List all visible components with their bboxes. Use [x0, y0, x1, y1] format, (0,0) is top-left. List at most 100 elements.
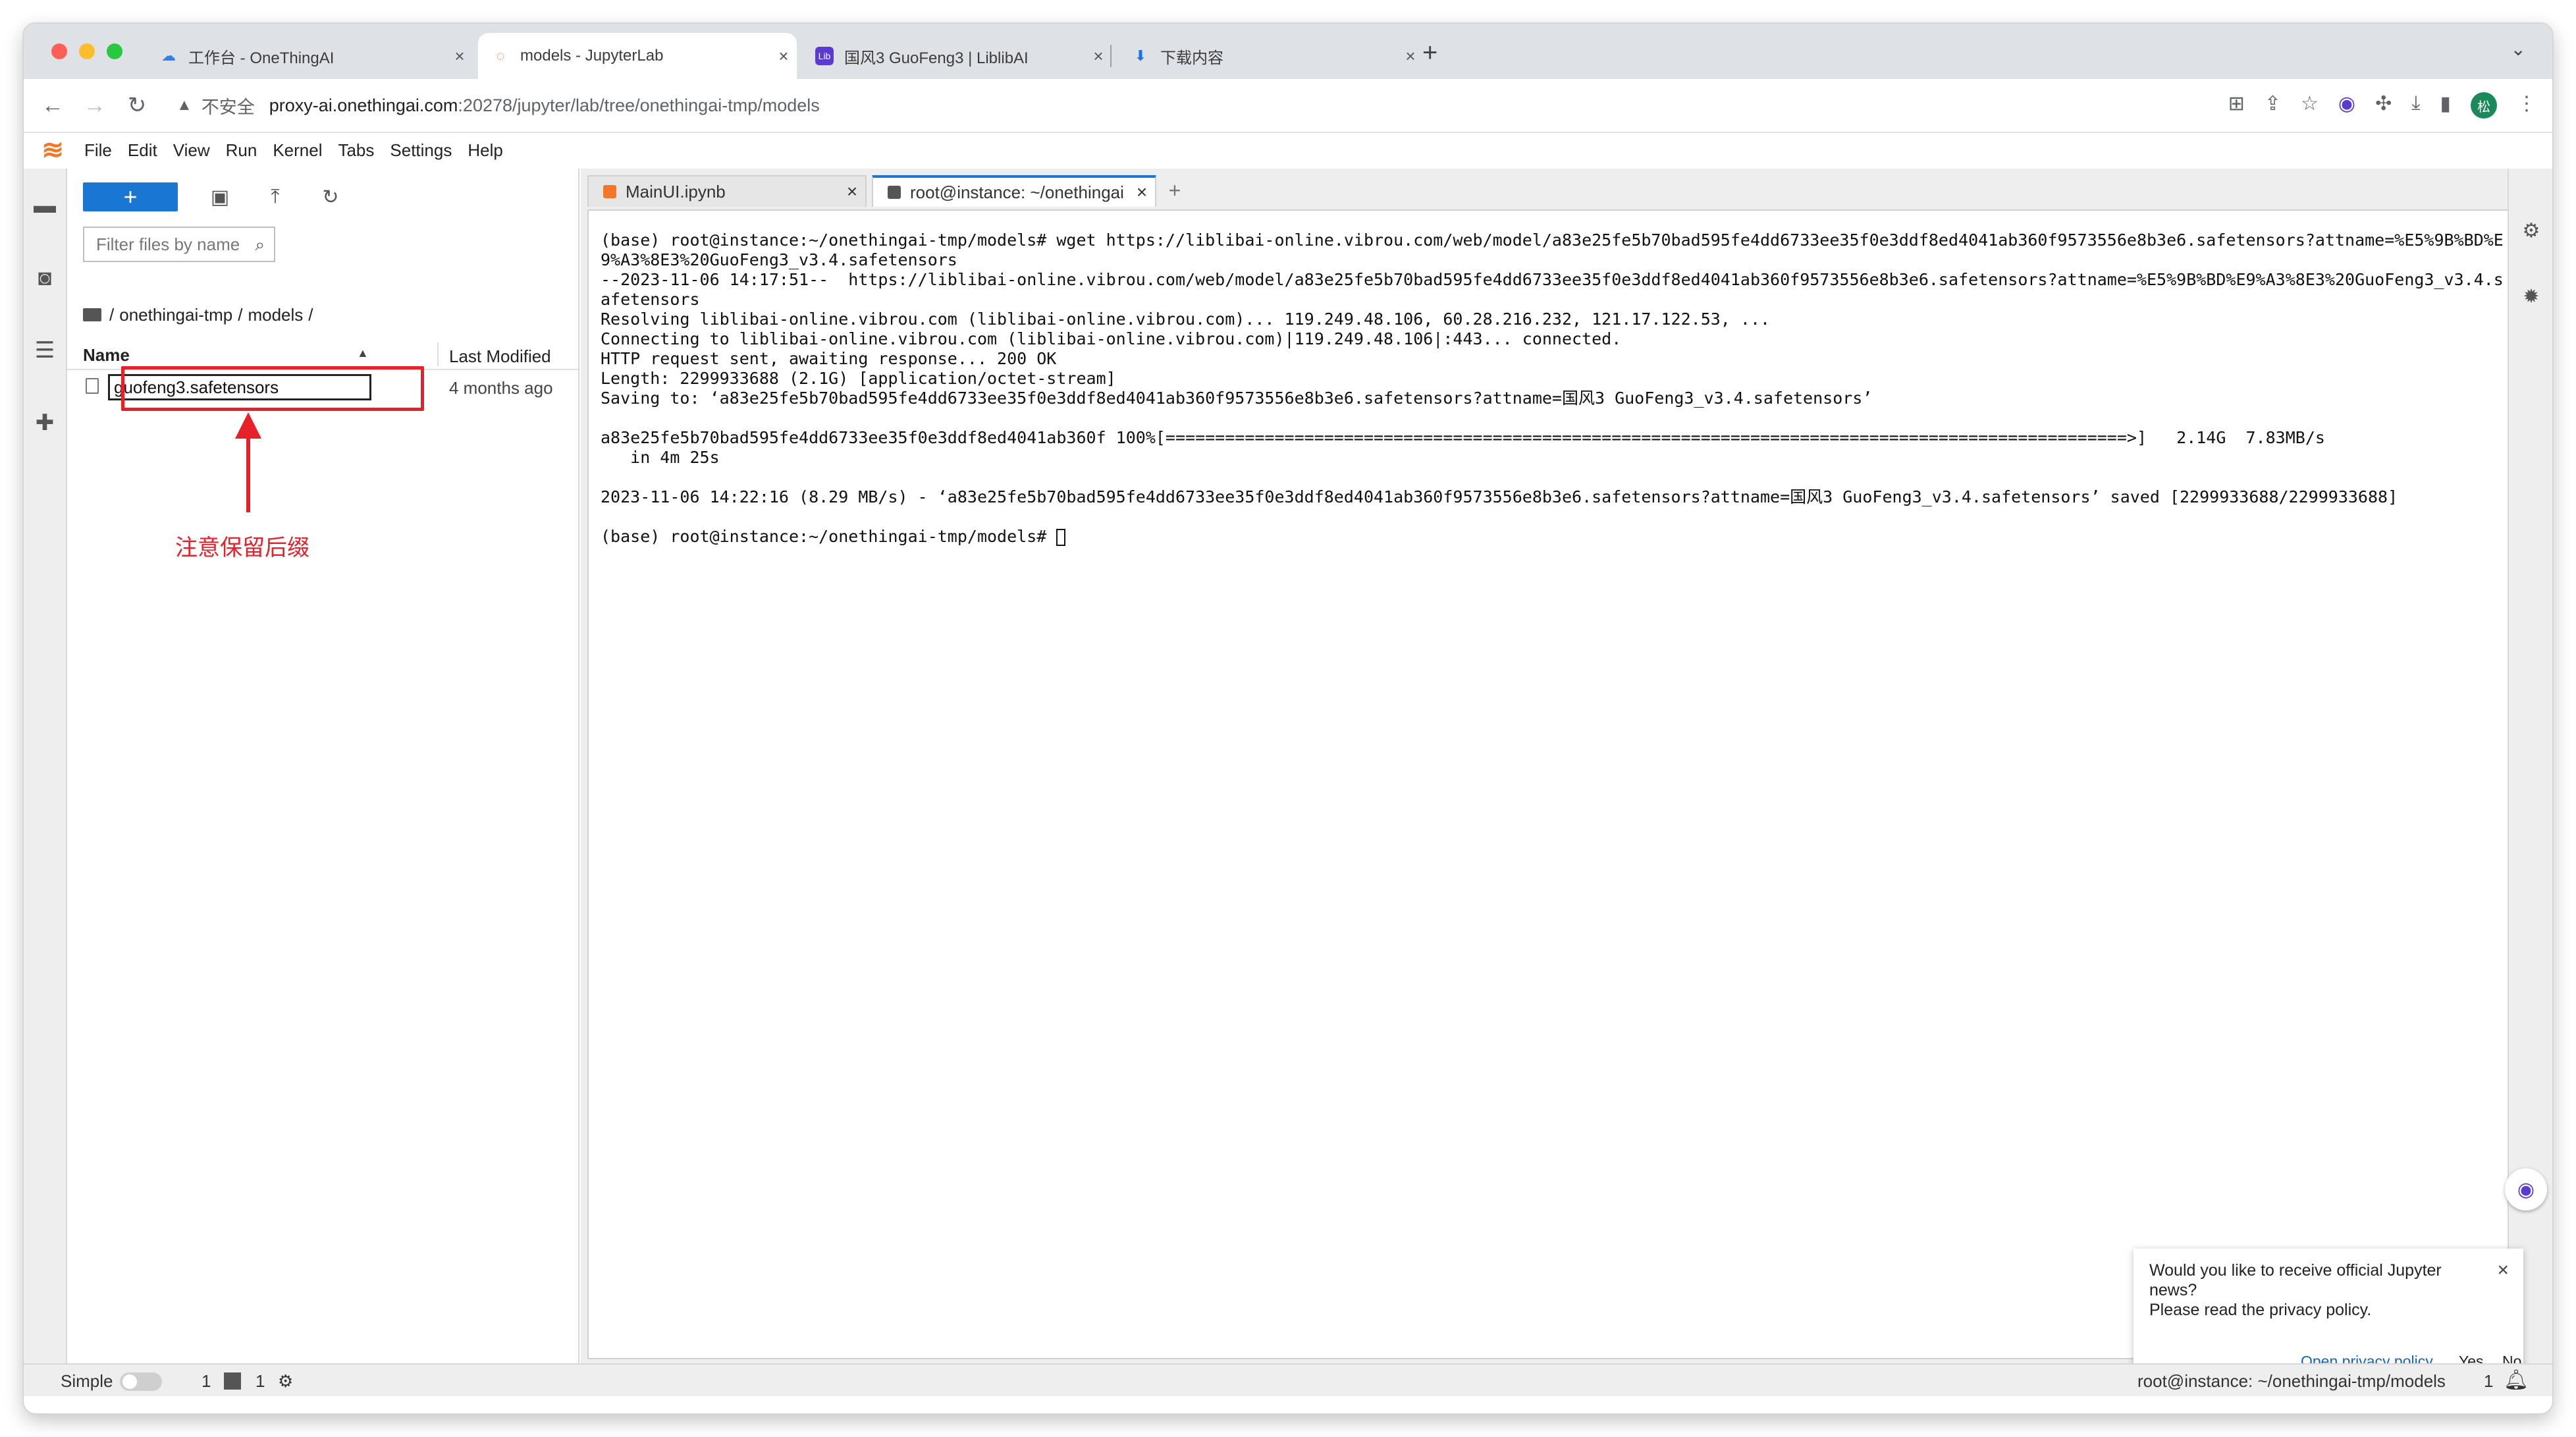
terminal-line: 9%A3%8E3%20GuoFeng3_v3.4.safetensors	[601, 250, 957, 269]
liblib-icon: Lib	[815, 47, 834, 65]
terminal-line: a83e25fe5b70bad595fe4dd6733ee35f0e3ddf8e…	[601, 428, 2325, 447]
doc-tab-title: MainUI.ipynb	[626, 181, 726, 202]
menu-view[interactable]: View	[173, 140, 210, 161]
menu-run[interactable]: Run	[226, 140, 257, 161]
folder-icon[interactable]: ▬	[24, 184, 66, 227]
terminal-line: (base) root@instance:~/onethingai-tmp/mo…	[601, 230, 2504, 250]
downloads-icon[interactable]: ⤓	[2411, 92, 2420, 119]
menu-edit[interactable]: Edit	[128, 140, 157, 161]
close-tab-icon[interactable]: ×	[770, 46, 797, 67]
simple-mode-toggle[interactable]	[120, 1372, 162, 1391]
tab-terminal[interactable]: root@instance: ~/onethingai ×	[872, 175, 1156, 207]
new-folder-icon[interactable]: ▣	[207, 186, 233, 209]
notification-count: 1	[2484, 1371, 2494, 1391]
sidepanel-icon[interactable]: ▮	[2440, 92, 2451, 119]
filter-placeholder: Filter files by name	[96, 234, 240, 254]
file-icon	[86, 378, 99, 394]
maximize-window-button[interactable]	[107, 43, 122, 59]
warning-icon: ▲	[176, 96, 192, 114]
minimize-window-button[interactable]	[79, 43, 95, 59]
terminal-cursor	[1056, 529, 1066, 546]
terminal-icon	[888, 186, 901, 199]
puzzle-extensions-icon[interactable]: ✣	[2375, 92, 2392, 119]
bookmark-star-icon[interactable]: ☆	[2301, 92, 2319, 119]
arrow-shaft	[246, 433, 250, 512]
new-launcher-button[interactable]: +	[83, 182, 178, 211]
kernel-count[interactable]: 1	[201, 1371, 211, 1392]
url-path: :20278/jupyter/lab/tree/onethingai-tmp/m…	[458, 95, 820, 115]
new-tab-button[interactable]: +	[1422, 38, 1437, 68]
property-inspector-gear-icon[interactable]: ⚙	[2515, 215, 2547, 246]
terminal-line: 2023-11-06 14:22:16 (8.29 MB/s) - ‘a83e2…	[601, 487, 2398, 506]
terminal-count[interactable]: 1	[255, 1371, 265, 1392]
address-bar: ← → ↻ ▲ 不安全 proxy-ai.onethingai.com :202…	[24, 79, 2552, 133]
extension-robot-icon[interactable]: ◉	[2338, 92, 2355, 119]
browser-tab-downloads[interactable]: ⬇ 下载内容 ×	[1118, 33, 1424, 79]
avatar[interactable]: 松	[2471, 92, 2497, 119]
breadcrumb-onethingai-tmp[interactable]: onethingai-tmp	[119, 305, 232, 325]
file-browser-toolbar: + ▣ ⤒ ↻	[83, 180, 344, 213]
status-path: root@instance: ~/onethingai-tmp/models	[2137, 1371, 2446, 1391]
search-icon: ⌕	[255, 234, 265, 254]
close-tab-icon[interactable]: ×	[446, 46, 473, 67]
running-sessions-icon[interactable]: ◙	[24, 257, 66, 299]
breadcrumb-models[interactable]: models	[248, 305, 303, 325]
refresh-icon[interactable]: ↻	[317, 186, 344, 209]
upload-icon[interactable]: ⤒	[262, 186, 288, 208]
assistant-robot-icon[interactable]: ◉	[2505, 1168, 2547, 1210]
browser-tab-liblibai[interactable]: Lib 国风3 GuoFeng3 | LiblibAI ×	[802, 33, 1112, 79]
close-tab-icon[interactable]: ×	[1397, 46, 1424, 67]
forward-arrow-icon[interactable]: →	[79, 90, 111, 121]
close-tab-icon[interactable]: ×	[1085, 46, 1112, 67]
translate-icon[interactable]: ⊞	[2228, 92, 2245, 119]
sort-ascending-icon[interactable]: ▲	[357, 346, 369, 360]
folder-icon[interactable]	[83, 308, 101, 321]
browser-tab-onethingai[interactable]: ☁ 工作台 - OneThingAI ×	[146, 33, 473, 79]
terminal-line: HTTP request sent, awaiting response... …	[601, 349, 1057, 368]
close-window-button[interactable]	[51, 43, 67, 59]
terminal-line: Saving to: ‘a83e25fe5b70bad595fe4dd6733e…	[601, 389, 1873, 408]
tab-title: 国风3 GuoFeng3 | LiblibAI	[844, 49, 1029, 67]
left-sidebar-tabs: ▬ ◙ ☰ ✚	[24, 169, 67, 1363]
doc-tab-title: root@instance: ~/onethingai	[910, 182, 1124, 202]
share-icon[interactable]: ⇪	[2265, 92, 2281, 119]
notification-line1: Would you like to receive official Jupyt…	[2149, 1261, 2442, 1299]
simple-mode-label: Simple	[61, 1371, 113, 1391]
browser-tab-jupyterlab[interactable]: ◌ models - JupyterLab ×	[478, 33, 797, 79]
tab-title: 下载内容	[1160, 49, 1223, 67]
jupyter-icon: ◌	[496, 47, 505, 64]
jupyter-menu-bar: ≋ File Edit View Run Kernel Tabs Setting…	[24, 133, 2552, 167]
settings-gear-icon[interactable]: ⚙	[278, 1371, 293, 1392]
table-of-contents-icon[interactable]: ☰	[24, 329, 66, 371]
chevron-down-icon[interactable]: ⌄	[2511, 38, 2526, 60]
terminal-line: (base) root@instance:~/onethingai-tmp/mo…	[601, 527, 2519, 547]
menu-tabs[interactable]: Tabs	[338, 140, 374, 161]
close-icon[interactable]: ×	[2497, 1259, 2509, 1282]
url-omnibox[interactable]: ▲ 不安全 proxy-ai.onethingai.com :20278/jup…	[176, 87, 2231, 124]
kebab-menu-icon[interactable]: ⋮	[2517, 92, 2536, 119]
menu-kernel[interactable]: Kernel	[273, 140, 322, 161]
close-icon[interactable]: ×	[1129, 182, 1155, 203]
main-dock-area: MainUI.ipynb × root@instance: ~/onething…	[581, 169, 2521, 1363]
back-arrow-icon[interactable]: ←	[37, 90, 68, 121]
menu-help[interactable]: Help	[468, 140, 502, 161]
tab-separator	[1110, 45, 1112, 67]
bell-icon[interactable]: 🔔︎	[2504, 1369, 2529, 1392]
tab-mainui-notebook[interactable]: MainUI.ipynb ×	[587, 175, 867, 207]
reload-icon[interactable]: ↻	[121, 90, 153, 121]
close-icon[interactable]: ×	[839, 181, 865, 202]
filter-files-input[interactable]: Filter files by name ⌕	[83, 227, 275, 262]
extensions-puzzle-icon[interactable]: ✚	[24, 402, 66, 444]
debugger-bug-icon[interactable]: ✹	[2515, 281, 2547, 312]
terminal-output[interactable]: (base) root@instance:~/onethingai-tmp/mo…	[587, 209, 2521, 1359]
add-tab-button[interactable]: +	[1160, 175, 1189, 205]
breadcrumb-sep: /	[238, 304, 243, 325]
menu-settings[interactable]: Settings	[390, 140, 452, 161]
name-column-header[interactable]: Name	[83, 345, 130, 366]
annotation-text: 注意保留后缀	[175, 535, 309, 561]
last-modified-column-header[interactable]: Last Modified	[449, 346, 569, 367]
menu-file[interactable]: File	[84, 140, 112, 161]
notebook-icon	[603, 185, 616, 198]
